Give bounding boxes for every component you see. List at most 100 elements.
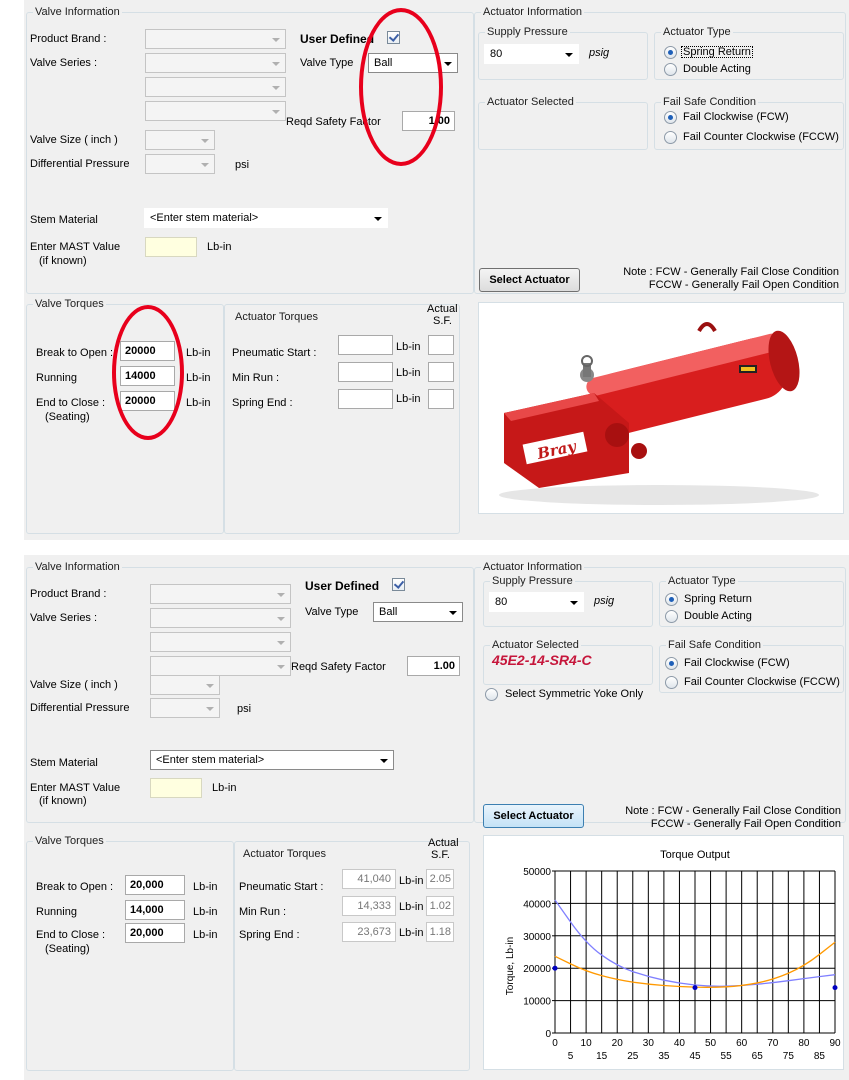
y-tick-label: 20000 [523, 964, 551, 975]
product-brand-label: Product Brand : [30, 33, 107, 45]
psig-label: psig [594, 595, 615, 607]
chevron-down-icon [380, 759, 388, 763]
running-input[interactable]: 14,000 [125, 900, 185, 920]
x-tick-label: 15 [596, 1051, 608, 1062]
min-run-label: Min Run : [239, 906, 287, 918]
x-tick-label: 55 [721, 1051, 733, 1062]
sf-end-output [428, 389, 454, 409]
x-tick-label: 50 [705, 1038, 717, 1049]
valve-series-dropdown-3[interactable] [145, 101, 286, 121]
double-acting-radio[interactable] [665, 610, 678, 623]
spring-return-radio[interactable] [665, 593, 678, 606]
select-actuator-button[interactable]: Select Actuator [483, 804, 584, 828]
double-acting-radio[interactable] [664, 63, 677, 76]
running-label: Running [36, 372, 77, 384]
fccw-label: Fail Counter Clockwise (FCCW) [684, 676, 840, 688]
reqd-safety-factor-label: Reqd Safety Factor [291, 661, 386, 673]
running-label: Running [36, 906, 77, 918]
mast-value-input[interactable] [145, 237, 197, 257]
x-tick-label: 75 [783, 1051, 795, 1062]
highlight-ellipse-valve-torques [112, 305, 184, 440]
valve-information-title: Valve Information [33, 6, 122, 18]
symmetric-yoke-radio[interactable] [485, 688, 498, 701]
x-tick-label: 45 [689, 1051, 701, 1062]
y-tick-label: 10000 [523, 997, 551, 1008]
fccw-label: Fail Counter Clockwise (FCCW) [683, 131, 839, 143]
valve-series-dropdown-3[interactable] [150, 656, 291, 676]
valve-type-label: Valve Type [300, 57, 354, 69]
valve-series-dropdown-1[interactable] [150, 608, 291, 628]
chevron-down-icon [272, 86, 280, 90]
pneumatic-start-output [338, 335, 393, 355]
break-to-open-label: Break to Open : [36, 881, 114, 893]
valve-size-dropdown[interactable] [150, 675, 220, 695]
x-tick-label: 25 [627, 1051, 639, 1062]
chevron-down-icon [201, 163, 209, 167]
data-marker [832, 985, 838, 991]
sf-end-output: 1.18 [426, 922, 454, 942]
chevron-down-icon [201, 139, 209, 143]
break-to-open-input[interactable]: 20,000 [125, 875, 185, 895]
y-tick-label: 0 [545, 1029, 551, 1040]
stem-material-dropdown[interactable]: <Enter stem material> [144, 208, 388, 228]
product-brand-dropdown[interactable] [150, 584, 291, 604]
note-fcw: Note : FCW - Generally Fail Close Condit… [623, 266, 839, 278]
chevron-down-icon [272, 62, 280, 66]
chevron-down-icon [570, 601, 578, 605]
seating-label: (Seating) [45, 411, 90, 423]
actuator-information-title: Actuator Information [481, 6, 585, 18]
x-tick-label: 0 [552, 1038, 558, 1049]
differential-pressure-dropdown[interactable] [145, 154, 215, 174]
min-run-label: Min Run : [232, 372, 280, 384]
end-to-close-label: End to Close : [36, 929, 106, 941]
double-acting-label: Double Acting [683, 63, 751, 75]
x-tick-label: 40 [674, 1038, 686, 1049]
fcw-radio[interactable] [665, 657, 678, 670]
safety-factor-input[interactable]: 1.00 [407, 656, 460, 676]
y-tick-label: 40000 [523, 899, 551, 910]
select-actuator-button[interactable]: Select Actuator [479, 268, 580, 292]
symmetric-yoke-label: Select Symmetric Yoke Only [505, 688, 644, 700]
valve-series-dropdown-1[interactable] [145, 53, 286, 73]
valve-series-dropdown-2[interactable] [150, 632, 291, 652]
user-defined-label: User Defined [300, 32, 375, 46]
end-to-close-input[interactable]: 20,000 [125, 923, 185, 943]
if-known-label: (if known) [39, 795, 87, 807]
chevron-down-icon [277, 665, 285, 669]
chevron-down-icon [206, 707, 214, 711]
spring-end-label: Spring End : [239, 929, 300, 941]
x-tick-label: 90 [829, 1038, 841, 1049]
actuator-image: Bray [478, 302, 844, 514]
x-tick-label: 80 [798, 1038, 810, 1049]
chevron-down-icon [206, 684, 214, 688]
spring-end-label: Spring End : [232, 397, 293, 409]
supply-pressure-dropdown[interactable]: 80 [489, 592, 584, 612]
valve-size-dropdown[interactable] [145, 130, 215, 150]
x-tick-label: 5 [568, 1051, 574, 1062]
product-brand-dropdown[interactable] [145, 29, 286, 49]
mast-value-label: Enter MAST Value [30, 241, 121, 253]
x-tick-label: 10 [581, 1038, 593, 1049]
spring-return-radio[interactable] [664, 46, 677, 59]
supply-pressure-dropdown[interactable]: 80 [484, 44, 579, 64]
differential-pressure-dropdown[interactable] [150, 698, 220, 718]
spring-return-label: Spring Return [681, 46, 753, 58]
sf-start-output: 2.05 [426, 869, 454, 889]
fccw-radio[interactable] [664, 131, 677, 144]
fcw-radio[interactable] [664, 111, 677, 124]
fccw-radio[interactable] [665, 676, 678, 689]
mast-unit-label: Lb-in [212, 782, 237, 794]
valve-series-dropdown-2[interactable] [145, 77, 286, 97]
data-marker [552, 965, 558, 971]
product-brand-label: Product Brand : [30, 588, 107, 600]
pneumatic-start-label: Pneumatic Start : [232, 347, 317, 359]
differential-pressure-label: Differential Pressure [30, 158, 130, 170]
sf-run-output: 1.02 [426, 896, 454, 916]
user-defined-checkbox[interactable] [392, 578, 405, 591]
valve-size-label: Valve Size ( inch ) [30, 134, 118, 146]
valve-type-dropdown[interactable]: Ball [373, 602, 463, 622]
mast-value-input[interactable] [150, 778, 202, 798]
break-to-open-label: Break to Open : [36, 347, 114, 359]
mast-unit-label: Lb-in [207, 241, 232, 253]
stem-material-dropdown[interactable]: <Enter stem material> [150, 750, 394, 770]
